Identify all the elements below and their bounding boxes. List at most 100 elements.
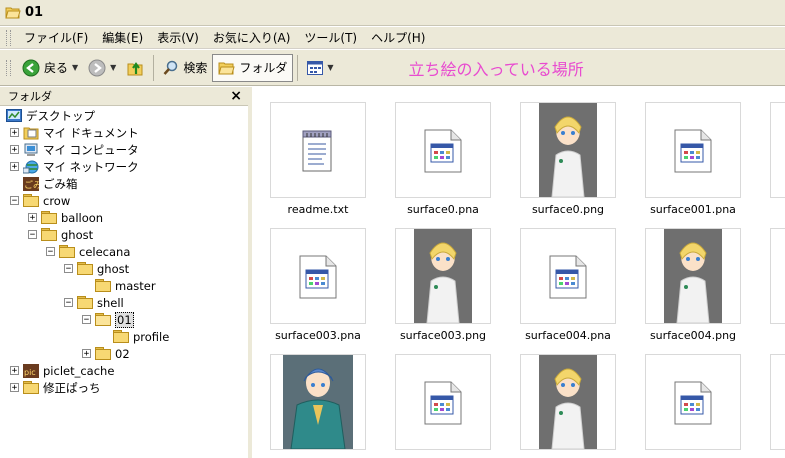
- window-title: 01: [25, 5, 44, 20]
- expand-icon[interactable]: +: [10, 145, 19, 155]
- tree-item-label: ghost: [61, 227, 94, 242]
- view-dropdown-icon[interactable]: ▼: [327, 63, 333, 72]
- tree-item[interactable]: + マイ ドキュメント: [10, 124, 139, 141]
- menu-favorites[interactable]: お気に入り(A): [206, 28, 298, 48]
- menu-view[interactable]: 表示(V): [150, 28, 206, 48]
- desktop-icon: [6, 108, 22, 123]
- tree-item[interactable]: +02: [82, 345, 130, 362]
- toolbar-grip[interactable]: [6, 59, 11, 76]
- folder-icon: [218, 62, 236, 74]
- tree-item[interactable]: − celecana: [46, 243, 130, 260]
- expand-icon[interactable]: +: [82, 349, 91, 359]
- tree-item-label: マイ ドキュメント: [43, 125, 139, 140]
- tree-item[interactable]: + balloon: [28, 209, 103, 226]
- collapse-icon[interactable]: −: [82, 315, 91, 325]
- folder-pane-header: フォルダ ×: [0, 87, 248, 106]
- tree-item[interactable]: − crow: [10, 192, 70, 209]
- expand-icon[interactable]: +: [10, 128, 19, 138]
- tree-item[interactable]: − 01: [82, 311, 134, 328]
- tree-item-label: celecana: [79, 244, 131, 259]
- my-documents-icon: [23, 126, 39, 140]
- tree-item[interactable]: − shell: [64, 294, 124, 311]
- svg-text:ごみ: ごみ: [24, 179, 39, 191]
- tree-item[interactable]: profile: [100, 328, 169, 345]
- menu-bar: ファイル(F) 編集(E) 表示(V) お気に入り(A) ツール(T) ヘルプ(…: [0, 27, 785, 49]
- file-item[interactable]: readme.txt: [270, 102, 366, 217]
- file-name: surface003.png: [399, 329, 487, 342]
- back-dropdown-icon[interactable]: ▼: [72, 63, 78, 72]
- tree-item-label: balloon: [61, 210, 104, 225]
- tree-item-label: master: [115, 278, 156, 293]
- tree-item[interactable]: + 修正ぱっち: [10, 379, 101, 396]
- file-item[interactable]: [395, 354, 491, 458]
- generic-file-icon: [770, 228, 785, 324]
- file-name: s: [758, 329, 785, 343]
- forward-dropdown-icon[interactable]: ▼: [110, 63, 116, 72]
- menu-grip[interactable]: [6, 29, 11, 46]
- collapse-icon[interactable]: −: [46, 247, 55, 257]
- tree-item-label: piclet_cache: [43, 363, 115, 378]
- generic-file-icon: [520, 228, 616, 324]
- svg-text:pic: pic: [24, 368, 36, 377]
- search-button[interactable]: 検索: [158, 54, 212, 82]
- collapse-icon[interactable]: −: [10, 196, 19, 206]
- file-item[interactable]: surface004.png: [645, 228, 741, 343]
- forward-arrow-icon: [88, 59, 106, 76]
- folders-button[interactable]: フォルダ: [212, 53, 294, 82]
- file-name: surface0.pna: [407, 203, 479, 216]
- tree-item[interactable]: ごみ ごみ箱: [10, 175, 78, 192]
- back-arrow-icon: [22, 59, 40, 76]
- tree-item[interactable]: デスクトップ: [6, 107, 95, 124]
- folder-icon: [41, 211, 57, 224]
- file-name: surface003.pna: [275, 329, 361, 342]
- collapse-icon[interactable]: −: [64, 264, 73, 274]
- collapse-icon[interactable]: −: [64, 298, 73, 308]
- up-folder-button[interactable]: [121, 54, 149, 82]
- menu-tools[interactable]: ツール(T): [297, 28, 364, 48]
- expand-icon[interactable]: +: [10, 366, 19, 376]
- tree-item[interactable]: − ghost: [64, 260, 129, 277]
- file-item[interactable]: surface003.png: [395, 228, 491, 343]
- tree-item[interactable]: − ghost: [28, 226, 93, 243]
- folder-icon: [59, 245, 75, 258]
- file-name: surface001.pna: [650, 203, 736, 216]
- expand-icon[interactable]: +: [10, 383, 19, 393]
- close-icon[interactable]: ×: [230, 89, 242, 103]
- back-button[interactable]: 戻る ▼: [17, 54, 83, 82]
- menu-help[interactable]: ヘルプ(H): [364, 28, 432, 48]
- file-item[interactable]: surface0.pna: [395, 102, 491, 217]
- tree-item-label: デスクトップ: [26, 108, 95, 123]
- file-item[interactable]: s: [770, 102, 785, 217]
- file-item[interactable]: [770, 354, 785, 458]
- expand-icon[interactable]: +: [10, 162, 19, 172]
- file-name: surface0.png: [531, 203, 605, 216]
- recycle-bin-icon: ごみ: [23, 176, 42, 191]
- toolbar-separator: [297, 54, 299, 81]
- folder-pane: フォルダ × デスクトップ + マイ ドキュメント + マイ コンピュータ + マイ ネット…: [0, 87, 252, 458]
- view-mode-button[interactable]: ▼: [302, 54, 338, 82]
- folder-icon: [113, 330, 129, 343]
- menu-edit[interactable]: 編集(E): [95, 28, 150, 48]
- folder-pane-title: フォルダ: [8, 90, 52, 103]
- toolbar-separator: [153, 54, 155, 81]
- expand-icon[interactable]: +: [28, 213, 37, 223]
- image-thumbnail: [520, 102, 616, 198]
- forward-button[interactable]: ▼: [83, 54, 121, 82]
- file-item[interactable]: surface001.pna: [645, 102, 741, 217]
- toolbar: 戻る ▼ ▼ 検索 フォルダ ▼ 立ち絵の入っている場所: [0, 50, 785, 86]
- menu-file[interactable]: ファイル(F): [17, 28, 95, 48]
- tree-item[interactable]: master: [82, 277, 156, 294]
- file-item[interactable]: [520, 354, 616, 458]
- file-item[interactable]: surface003.pna: [270, 228, 366, 343]
- file-item[interactable]: [270, 354, 366, 458]
- collapse-icon[interactable]: −: [28, 230, 37, 240]
- file-item[interactable]: s: [770, 228, 785, 343]
- file-item[interactable]: surface004.pna: [520, 228, 616, 343]
- file-item[interactable]: surface0.png: [520, 102, 616, 217]
- tree-item[interactable]: + マイ コンピュータ: [10, 141, 139, 158]
- tree-item[interactable]: + マイ ネットワーク: [10, 158, 139, 175]
- folder-open-icon: [5, 6, 21, 19]
- tree-item[interactable]: + pic piclet_cache: [10, 362, 114, 379]
- file-item[interactable]: [645, 354, 741, 458]
